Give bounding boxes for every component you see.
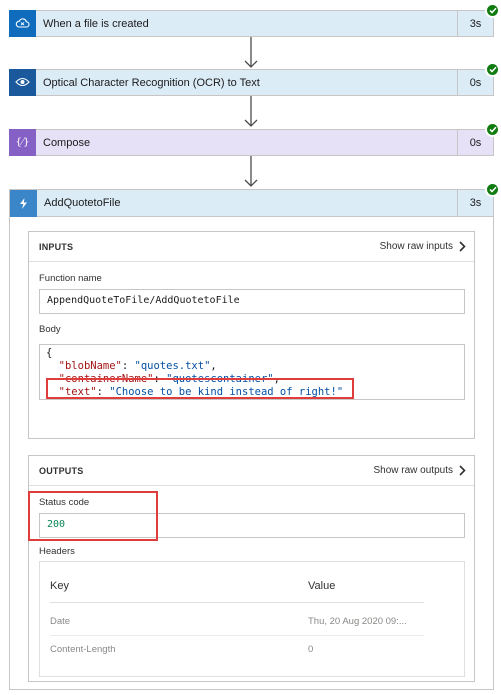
step-title: When a file is created [43, 17, 149, 30]
row-key: Content-Length [50, 644, 116, 655]
show-raw-inputs-label: Show raw inputs [379, 241, 453, 252]
row-key: Date [50, 616, 71, 627]
success-check-icon [485, 62, 500, 77]
table-divider [50, 602, 424, 603]
cloud-icon [9, 9, 36, 37]
action-header[interactable]: AddQuotetoFile 3s [10, 189, 493, 217]
show-raw-outputs-link[interactable]: Show raw outputs [374, 465, 467, 476]
action-add-quote-to-file: AddQuotetoFile 3s INPUTS Show raw inputs… [9, 182, 500, 690]
json-brace: } [46, 399, 52, 400]
show-raw-outputs-label: Show raw outputs [373, 465, 454, 476]
inputs-card: INPUTS Show raw inputs Function name App… [28, 231, 475, 439]
step-title: Compose [43, 136, 91, 149]
outputs-card: OUTPUTS Show raw outputs Status code 200… [28, 455, 475, 682]
function-name-field: AppendQuoteToFile/AddQuotetoFile [39, 289, 465, 314]
flow-arrow-icon [244, 37, 258, 68]
show-raw-inputs-link[interactable]: Show raw inputs [380, 241, 466, 252]
json-key: "blobName" [58, 360, 122, 372]
table-row: Date Thu, 20 Aug 2020 09:... [50, 616, 424, 627]
success-check-icon [485, 182, 500, 197]
success-check-icon [485, 3, 500, 18]
json-brace: { [46, 347, 53, 359]
row-value: Thu, 20 Aug 2020 09:... [308, 616, 407, 627]
function-icon [10, 189, 37, 217]
step-title: Optical Character Recognition (OCR) to T… [43, 76, 260, 89]
body-label: Body [39, 324, 61, 335]
flow-arrow-icon [244, 96, 258, 127]
headers-label: Headers [39, 546, 75, 557]
outputs-label: OUTPUTS [39, 465, 84, 476]
function-name-label: Function name [39, 273, 102, 284]
braces-icon: {⁄} [9, 128, 36, 156]
col-key-header: Key [50, 580, 69, 592]
step-ocr-to-text[interactable]: Optical Character Recognition (OCR) to T… [9, 62, 500, 96]
status-highlight-box [28, 491, 158, 541]
chevron-right-icon [459, 465, 466, 476]
outputs-header: OUTPUTS Show raw outputs [29, 456, 474, 486]
inputs-label: INPUTS [39, 241, 74, 252]
step-compose[interactable]: {⁄} Compose 0s [9, 122, 500, 156]
chevron-right-icon [459, 241, 466, 252]
table-divider [50, 635, 424, 636]
table-row: Content-Length 0 [50, 644, 424, 655]
eye-icon [9, 68, 36, 96]
function-name-value: AppendQuoteToFile/AddQuotetoFile [47, 295, 240, 306]
flow-arrow-icon [244, 156, 258, 187]
json-value: "quotes.txt" [134, 360, 211, 372]
success-check-icon [485, 122, 500, 137]
row-value: 0 [308, 644, 314, 655]
inputs-header: INPUTS Show raw inputs [29, 232, 474, 262]
col-value-header: Value [308, 580, 336, 592]
headers-table: Key Value Date Thu, 20 Aug 2020 09:... C… [39, 561, 465, 677]
table-header-row: Key Value [50, 580, 424, 592]
action-title: AddQuotetoFile [44, 197, 121, 209]
step-when-file-created[interactable]: When a file is created 3s [9, 3, 500, 37]
text-highlight-box [46, 378, 354, 399]
